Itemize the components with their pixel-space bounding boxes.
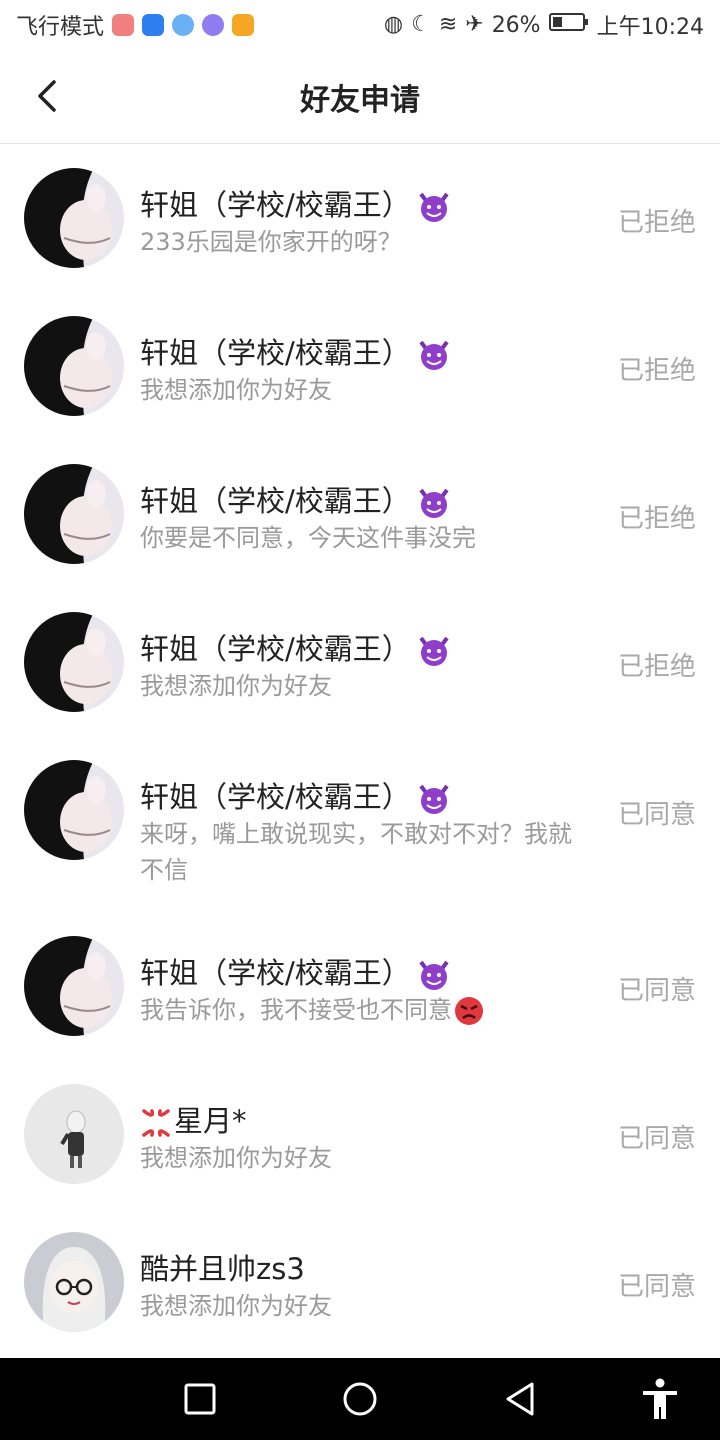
music-app-icon: [202, 14, 225, 36]
request-message: 我想添加你为好友: [140, 376, 332, 404]
request-message: 我想添加你为好友: [140, 672, 332, 700]
request-message: 来呀，嘴上敢说现实，不敢对不对？我就不信: [140, 820, 572, 884]
home-button[interactable]: [339, 1378, 381, 1420]
triangle-icon: [506, 1382, 534, 1416]
friend-request-item[interactable]: 轩姐（学校/校霸王） 我想添加你为好友 已拒绝: [0, 292, 720, 440]
avatar[interactable]: [24, 1084, 124, 1184]
nav-back-button[interactable]: [499, 1378, 541, 1420]
request-message: 233乐园是你家开的呀？: [140, 228, 402, 256]
recent-apps-button[interactable]: [179, 1378, 221, 1420]
request-message: 我想添加你为好友: [140, 1292, 332, 1320]
requester-name: 轩姐（学校/校霸王）: [140, 950, 451, 992]
request-message: 你要是不同意，今天这件事没完: [140, 524, 476, 552]
request-message: 我想添加你为好友: [140, 1144, 332, 1172]
battery-icon: [548, 12, 589, 38]
chevron-left-icon: [38, 80, 56, 112]
moon-icon: ☾: [411, 12, 431, 37]
friend-request-item[interactable]: 轩姐（学校/校霸王） 你要是不同意，今天这件事没完 已拒绝: [0, 440, 720, 588]
avatar[interactable]: [24, 464, 124, 564]
devil-emoji-icon: [419, 960, 449, 990]
avatar[interactable]: [24, 760, 124, 860]
store-app-icon: [232, 14, 255, 36]
app-notification-icon: [112, 14, 135, 36]
anger-symbol-emoji-icon: [142, 1109, 170, 1137]
airplane-mode-label: 飞行模式: [16, 15, 105, 40]
friend-request-item[interactable]: 轩姐（学校/校霸王） 我想添加你为好友 已拒绝: [0, 588, 720, 736]
devil-emoji-icon: [419, 636, 449, 666]
request-status: 已拒绝: [617, 504, 696, 534]
requester-name: 酷并且帅zs3: [140, 1252, 305, 1286]
avatar[interactable]: [24, 1232, 124, 1332]
top-bar: 好友申请: [0, 50, 720, 144]
clock: 上午10:24: [596, 15, 704, 40]
angry-face-emoji-icon: [455, 997, 483, 1025]
devil-emoji-icon: [419, 784, 449, 814]
devil-emoji-icon: [419, 488, 449, 518]
request-status: 已同意: [617, 976, 696, 1006]
devil-emoji-icon: [419, 192, 449, 222]
square-icon: [184, 1383, 216, 1415]
status-bar-left: 飞行模式: [16, 9, 255, 41]
friend-request-item[interactable]: 轩姐（学校/校霸王） 我告诉你，我不接受也不同意 已同意: [0, 912, 720, 1060]
request-status: 已同意: [617, 800, 696, 830]
request-status: 已同意: [617, 1272, 696, 1302]
friend-request-item[interactable]: 轩姐（学校/校霸王） 来呀，嘴上敢说现实，不敢对不对？我就不信 已同意: [0, 736, 720, 912]
requester-name: 轩姐（学校/校霸王）: [140, 330, 451, 372]
back-button[interactable]: [26, 76, 66, 116]
requester-name: 轩姐（学校/校霸王）: [140, 626, 451, 668]
page-title: 好友申请: [300, 82, 420, 118]
status-bar-right: ◍ ☾ ≋ ✈ 26% 上午10:24: [384, 9, 704, 41]
request-status: 已拒绝: [617, 652, 696, 682]
request-status: 已同意: [617, 1124, 696, 1154]
airplane-icon: ✈: [465, 12, 484, 37]
friend-request-list: 轩姐（学校/校霸王） 233乐园是你家开的呀？ 已拒绝 轩姐（学校/校霸王） 我…: [0, 144, 720, 1356]
request-message: 我告诉你，我不接受也不同意: [140, 992, 590, 1028]
friend-request-item[interactable]: 星月* 我想添加你为好友 已同意: [0, 1060, 720, 1208]
requester-name: 轩姐（学校/校霸王）: [140, 478, 451, 520]
avatar[interactable]: [24, 612, 124, 712]
shield-app-icon: [142, 14, 165, 36]
requester-name: 轩姐（学校/校霸王）: [140, 774, 451, 816]
wifi-icon: ≋: [438, 12, 458, 37]
request-status: 已拒绝: [617, 208, 696, 238]
friend-request-item[interactable]: 轩姐（学校/校霸王） 233乐园是你家开的呀？ 已拒绝: [0, 144, 720, 292]
requester-name: 轩姐（学校/校霸王）: [140, 182, 451, 224]
request-status: 已拒绝: [617, 356, 696, 386]
circle-icon: [343, 1382, 377, 1416]
status-bar: 飞行模式 ◍ ☾ ≋ ✈ 26% 上午10:24: [0, 0, 720, 50]
avatar[interactable]: [24, 316, 124, 416]
avatar[interactable]: [24, 168, 124, 268]
data-saver-icon: ◍: [383, 12, 404, 37]
system-navigation-bar: [0, 1358, 720, 1440]
devil-emoji-icon: [419, 340, 449, 370]
friend-request-item[interactable]: 酷并且帅zs3 我想添加你为好友 已同意: [0, 1208, 720, 1356]
battery-percent: 26%: [491, 12, 541, 38]
accessibility-button[interactable]: [639, 1378, 681, 1420]
avatar[interactable]: [24, 936, 124, 1036]
browser-app-icon: [172, 14, 195, 36]
accessibility-icon: [643, 1378, 677, 1419]
requester-name: 星月*: [140, 1098, 247, 1140]
